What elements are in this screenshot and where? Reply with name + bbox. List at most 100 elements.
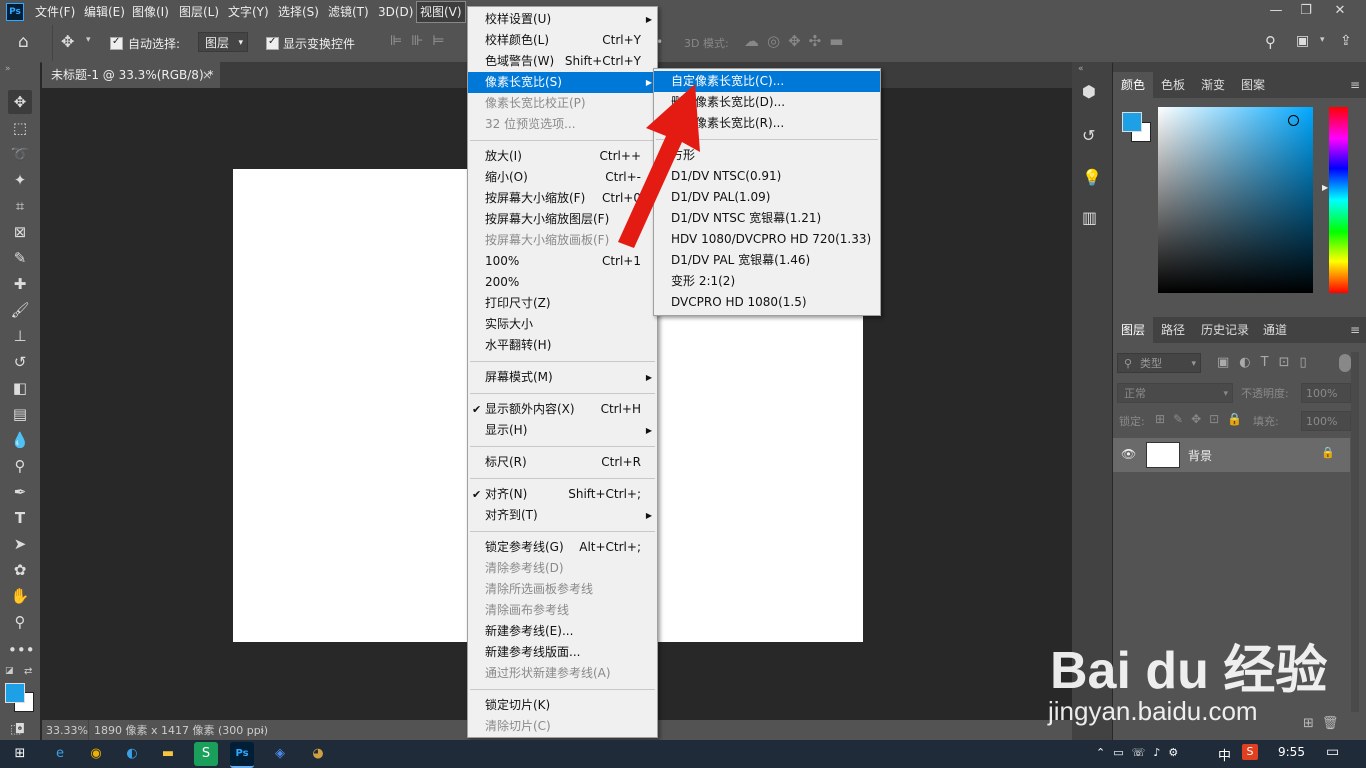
layer-filter-icons[interactable]: ▣◐T⊡▯	[1217, 355, 1317, 370]
tray-icons[interactable]: ⌃▭☏♪⚙	[1096, 746, 1186, 759]
home-icon[interactable]: ⌂	[18, 32, 29, 52]
aspect-menu-item[interactable]: 变形 2:1(2)	[654, 271, 880, 292]
view-menu-item[interactable]: 水平翻转(H)	[468, 335, 657, 356]
view-menu-item[interactable]: ✔ 显示额外内容(X) Ctrl+H	[468, 399, 657, 420]
3d-mode-icons[interactable]: ☁◎✥✣▬	[744, 32, 851, 50]
view-menu-item[interactable]: 标尺(R) Ctrl+R	[468, 452, 657, 473]
chevron-right-icon[interactable]: ›	[260, 720, 264, 741]
aspect-menu-item[interactable]: D1/DV PAL 宽银幕(1.46)	[654, 250, 880, 271]
stamp-tool-icon[interactable]: ⊥	[8, 324, 32, 348]
view-menu-item[interactable]: 校样设置(U) ▶	[468, 9, 657, 30]
close-icon[interactable]: ✕	[1324, 0, 1356, 22]
menu-view[interactable]: 视图(V)	[416, 1, 466, 23]
zoom-level[interactable]: 33.33%	[46, 720, 89, 741]
color-field[interactable]	[1158, 107, 1313, 293]
foreground-color-swatch[interactable]	[1122, 112, 1142, 132]
photoshop-taskbar-icon[interactable]: Ps	[230, 742, 254, 768]
tab-layers[interactable]: 图层	[1113, 317, 1154, 343]
close-tab-icon[interactable]: ×	[202, 62, 212, 88]
view-menu-item[interactable]: 校样颜色(L) Ctrl+Y	[468, 30, 657, 51]
view-menu-item[interactable]: 屏幕模式(M) ▶	[468, 367, 657, 388]
menu-filter[interactable]: 滤镜(T)	[328, 0, 369, 24]
lock-icons[interactable]: ⊞✎✥⊡🔒	[1155, 412, 1250, 426]
dodge-tool-icon[interactable]: ⚲	[8, 454, 32, 478]
pen-tool-icon[interactable]: ✒	[8, 480, 32, 504]
move-tool-icon[interactable]: ✥	[8, 90, 32, 114]
menu-file[interactable]: 文件(F)	[35, 0, 75, 24]
view-menu-item[interactable]: 打印尺寸(Z)	[468, 293, 657, 314]
blend-mode-dropdown[interactable]: 正常 ▾	[1117, 383, 1233, 403]
document-tab[interactable]: 未标题-1 @ 33.3%(RGB/8) * ×	[42, 62, 220, 88]
ie-browser-icon[interactable]: e	[48, 742, 72, 766]
ime-indicator[interactable]: 中	[1218, 745, 1231, 764]
history-brush-icon[interactable]: ↺	[8, 350, 32, 374]
artboard-icon[interactable]: ⬚	[10, 722, 21, 736]
view-menu-item[interactable]: ✔ 对齐(N) Shift+Ctrl+;	[468, 484, 657, 505]
app-icon[interactable]: ◈	[268, 742, 292, 766]
auto-select-dropdown[interactable]: 图层 ▾	[198, 32, 248, 52]
tab-paths[interactable]: 路径	[1153, 317, 1193, 343]
view-menu-item[interactable]: 清除所选画板参考线	[468, 579, 657, 600]
search-icon[interactable]: ⚲	[1265, 33, 1276, 51]
app-icon-2[interactable]: ◕	[306, 742, 330, 766]
menu-type[interactable]: 文字(Y)	[228, 0, 269, 24]
auto-select-checkbox[interactable]	[110, 36, 123, 50]
healing-brush-icon[interactable]: ✚	[8, 272, 32, 296]
eraser-tool-icon[interactable]: ◧	[8, 376, 32, 400]
gradient-tool-icon[interactable]: ▤	[8, 402, 32, 426]
history-panel-icon[interactable]: ↺	[1082, 126, 1095, 145]
view-menu-item[interactable]: 新建参考线(E)...	[468, 621, 657, 642]
hue-slider[interactable]	[1329, 107, 1348, 293]
default-colors-icon[interactable]: ◪	[5, 666, 14, 676]
tab-gradients[interactable]: 渐变	[1193, 72, 1233, 98]
workspace-icon[interactable]: ▣	[1296, 33, 1309, 49]
view-menu-item[interactable]: 实际大小	[468, 314, 657, 335]
edge-icon[interactable]: ◐	[120, 742, 144, 766]
layer-actions-icons[interactable]: ⊞🗑	[1303, 716, 1346, 731]
eye-icon[interactable]: 👁	[1121, 447, 1136, 461]
share-icon[interactable]: ⇪	[1340, 33, 1352, 49]
file-explorer-icon[interactable]: ▬	[156, 742, 180, 766]
sogou-ime-icon[interactable]: S	[1242, 744, 1258, 760]
type-tool-icon[interactable]: T	[8, 506, 32, 530]
learn-panel-icon[interactable]: 💡	[1082, 168, 1102, 187]
menu-3d[interactable]: 3D(D)	[378, 0, 413, 24]
windows-start-icon[interactable]: ⊞	[8, 742, 32, 766]
notification-icon[interactable]: ▭	[1326, 744, 1339, 760]
menu-edit[interactable]: 编辑(E)	[84, 0, 125, 24]
view-menu-item[interactable]: 清除切片(C)	[468, 716, 657, 737]
lasso-tool-icon[interactable]: ➰	[8, 142, 32, 166]
swap-colors-icon[interactable]: ⇄	[24, 666, 32, 677]
tab-patterns[interactable]: 图案	[1233, 72, 1273, 98]
libraries-panel-icon[interactable]: ▥	[1082, 208, 1097, 227]
view-menu-item[interactable]: 清除画布参考线	[468, 600, 657, 621]
3d-panel-icon[interactable]: ⬢	[1082, 82, 1096, 101]
hand-tool-icon[interactable]: ✋	[8, 584, 32, 608]
tab-color[interactable]: 颜色	[1113, 72, 1154, 98]
layer-filter-dropdown[interactable]: ⚲ 类型 ▾	[1117, 353, 1201, 373]
color-picker-cursor[interactable]	[1288, 115, 1299, 126]
aspect-menu-item[interactable]: DVCPRO HD 1080(1.5)	[654, 292, 880, 313]
panel-menu-icon[interactable]: ≡	[1350, 323, 1360, 337]
view-menu-item[interactable]: 清除参考线(D)	[468, 558, 657, 579]
path-select-icon[interactable]: ➤	[8, 532, 32, 556]
view-menu-item[interactable]: 100% Ctrl+1	[468, 251, 657, 272]
view-menu-item[interactable]: 200%	[468, 272, 657, 293]
blur-tool-icon[interactable]: 💧	[8, 428, 32, 452]
fill-input[interactable]: 100%	[1301, 411, 1351, 431]
brush-tool-icon[interactable]: 🖌	[8, 298, 32, 322]
filter-toggle[interactable]	[1339, 354, 1351, 372]
chevron-down-icon[interactable]: ▾	[1320, 35, 1325, 45]
tab-swatches[interactable]: 色板	[1153, 72, 1193, 98]
view-menu-item[interactable]: 通过形状新建参考线(A)	[468, 663, 657, 684]
view-menu-item[interactable]: 锁定切片(K)	[468, 695, 657, 716]
opacity-input[interactable]: 100%	[1301, 383, 1351, 403]
collapse-icon[interactable]: »	[5, 64, 11, 74]
move-tool-icon[interactable]: ✥	[61, 32, 74, 51]
menu-image[interactable]: 图像(I)	[132, 0, 169, 24]
scrollbar[interactable]	[1351, 352, 1359, 712]
more-tools-icon[interactable]: •••	[8, 638, 35, 662]
collapse-icon[interactable]: «	[1078, 64, 1084, 74]
menu-layer[interactable]: 图层(L)	[179, 0, 219, 24]
panel-menu-icon[interactable]: ≡	[1350, 78, 1360, 92]
